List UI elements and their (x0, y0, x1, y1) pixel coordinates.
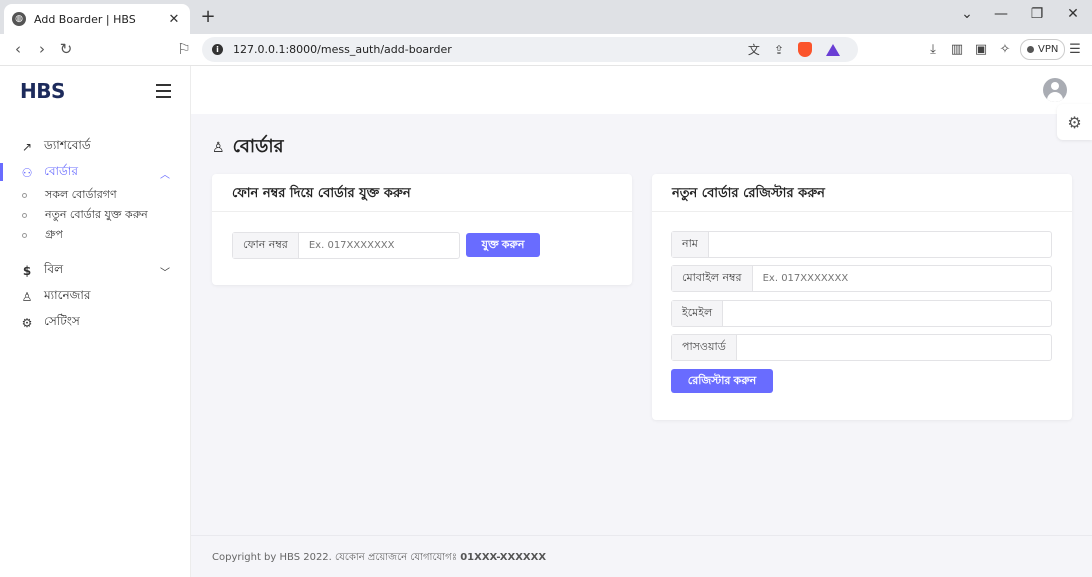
sidebar-item-boarder[interactable]: ⚇ বোর্ডার ︿ (20, 163, 170, 183)
reload-button[interactable]: ↻ (56, 40, 76, 58)
sidebar-item-bill[interactable]: $ বিল ﹀ (20, 261, 170, 281)
globe-icon: ◍ (12, 12, 26, 26)
trend-icon: ↗ (21, 140, 33, 154)
leo-ai-icon[interactable]: ✧ (996, 42, 1014, 57)
sidebar-item-dashboard[interactable]: ↗ ড্যাশবোর্ড (20, 137, 170, 157)
top-navbar (191, 66, 1092, 114)
name-input[interactable] (708, 232, 1051, 257)
footer-text: Copyright by HBS 2022. যেকোন প্রয়োজনে য… (212, 552, 461, 563)
email-input-group: ইমেইল (671, 300, 1052, 327)
mobile-input-group: মোবাইল নম্বর (671, 265, 1052, 292)
phone-input-group: ফোন নম্বর (232, 232, 460, 259)
active-indicator (0, 163, 3, 181)
email-input[interactable] (723, 301, 1051, 326)
vpn-button[interactable]: VPN (1020, 39, 1066, 60)
mobile-label: মোবাইল নম্বর (672, 266, 753, 291)
password-input[interactable] (736, 335, 1051, 360)
gear-icon: ⚙ (21, 316, 33, 330)
phone-label: ফোন নম্বর (233, 233, 299, 258)
password-label: পাসওয়ার্ড (672, 335, 737, 360)
sidebar-subitem-label: নতুন বোর্ডার যুক্ত করুন (45, 208, 148, 221)
add-boarder-button[interactable]: যুক্ত করুন (466, 233, 540, 257)
address-bar[interactable]: i 127.0.0.1:8000/mess_auth/add-boarder 文… (202, 37, 858, 62)
browser-tab[interactable]: ◍ Add Boarder | HBS ✕ (4, 4, 190, 34)
new-tab-button[interactable]: + (198, 6, 218, 27)
restore-button[interactable]: ❐ (1022, 6, 1052, 22)
brave-shield-icon[interactable] (798, 42, 812, 57)
vpn-status-icon (1027, 46, 1034, 53)
sidebar-item-label: ম্যানেজার (44, 288, 91, 302)
name-input-group: নাম (671, 231, 1052, 258)
close-tab-icon[interactable]: ✕ (166, 12, 182, 27)
menu-icon[interactable]: ☰ (1066, 42, 1084, 57)
footer-contact: 01XXX-XXXXXX (460, 552, 547, 563)
sidebar-item-manager[interactable]: ♙ ম্যানেজার (20, 287, 170, 307)
page-title: ♙ বোর্ডার (212, 132, 283, 163)
close-window-button[interactable]: ✕ (1058, 6, 1088, 22)
sidebar-item-label: বোর্ডার (44, 164, 78, 178)
sidebar-subitem-label: গ্রুপ (45, 228, 63, 241)
card-title: নতুন বোর্ডার রেজিস্টার করুন (652, 174, 1072, 212)
site-info-icon[interactable]: i (212, 44, 223, 55)
sidebar-item-label: বিল (44, 262, 64, 276)
vpn-label: VPN (1038, 44, 1059, 55)
card-title: ফোন নম্বর দিয়ে বোর্ডার যুক্ত করুন (212, 174, 632, 212)
avatar[interactable] (1043, 78, 1067, 102)
mobile-input[interactable] (752, 266, 1051, 291)
download-icon[interactable]: ⤓ (924, 42, 942, 57)
add-by-phone-card: ফোন নম্বর দিয়ে বোর্ডার যুক্ত করুন ফোন ন… (212, 174, 632, 285)
sidebar-item-settings[interactable]: ⚙ সেটিংস (20, 313, 170, 333)
chevron-up-icon: ︿ (160, 169, 170, 181)
browser-tab-bar: ◍ Add Boarder | HBS ✕ + ⌄ — ❐ ✕ (0, 0, 1092, 34)
email-label: ইমেইল (672, 301, 724, 326)
sidebar-subitem-all-boarders[interactable]: সকল বোর্ডারগণ (22, 186, 117, 205)
sidebar-item-label: সেটিংস (44, 314, 80, 328)
gear-icon[interactable]: ⚙ (1057, 104, 1092, 140)
brand-logo[interactable]: HBS (20, 79, 65, 103)
wallet-icon[interactable]: ▣ (972, 42, 990, 57)
hamburger-menu-icon[interactable] (156, 84, 171, 102)
sidebar-subitem-group[interactable]: গ্রুপ (22, 226, 63, 245)
circle-icon (22, 193, 27, 198)
browser-toolbar: ‹ › ↻ ⚐ i 127.0.0.1:8000/mess_auth/add-b… (0, 34, 1092, 66)
translate-icon[interactable]: 文 (748, 41, 760, 58)
bookmark-icon[interactable]: ⚐ (174, 40, 194, 58)
name-label: নাম (672, 232, 709, 257)
sidebar-subitem-add-boarder[interactable]: নতুন বোর্ডার যুক্ত করুন (22, 206, 148, 225)
circle-icon (22, 233, 27, 238)
forward-button[interactable]: › (32, 40, 52, 58)
tab-list-chevron-icon[interactable]: ⌄ (952, 6, 982, 22)
share-icon[interactable]: ⇪ (774, 43, 784, 57)
footer: Copyright by HBS 2022. যেকোন প্রয়োজনে য… (191, 535, 1092, 577)
password-input-group: পাসওয়ার্ড (671, 334, 1052, 361)
back-button[interactable]: ‹ (8, 40, 28, 58)
user-check-icon: ♙ (212, 139, 225, 156)
register-boarder-card: নতুন বোর্ডার রেজিস্টার করুন নাম মোবাইল ন… (652, 174, 1072, 420)
tab-title: Add Boarder | HBS (34, 12, 136, 26)
circle-icon (22, 213, 27, 218)
sidebar-item-label: ড্যাশবোর্ড (44, 138, 91, 152)
minimize-button[interactable]: — (986, 6, 1016, 22)
chevron-down-icon: ﹀ (160, 267, 170, 279)
dollar-icon: $ (22, 264, 32, 278)
url-text[interactable]: 127.0.0.1:8000/mess_auth/add-boarder (233, 43, 748, 56)
phone-input[interactable] (298, 233, 459, 258)
page-title-text: বোর্ডার (232, 136, 284, 157)
users-icon: ⚇ (21, 166, 33, 180)
register-button[interactable]: রেজিস্টার করুন (671, 369, 773, 393)
brave-rewards-icon[interactable] (826, 43, 840, 56)
user-check-icon: ♙ (21, 290, 33, 304)
sidebar-toggle-icon[interactable]: ▥ (948, 42, 966, 57)
sidebar: HBS ↗ ড্যাশবোর্ড ⚇ বোর্ডার ︿ সকল বোর্ডার… (0, 66, 191, 577)
sidebar-subitem-label: সকল বোর্ডারগণ (45, 188, 117, 201)
